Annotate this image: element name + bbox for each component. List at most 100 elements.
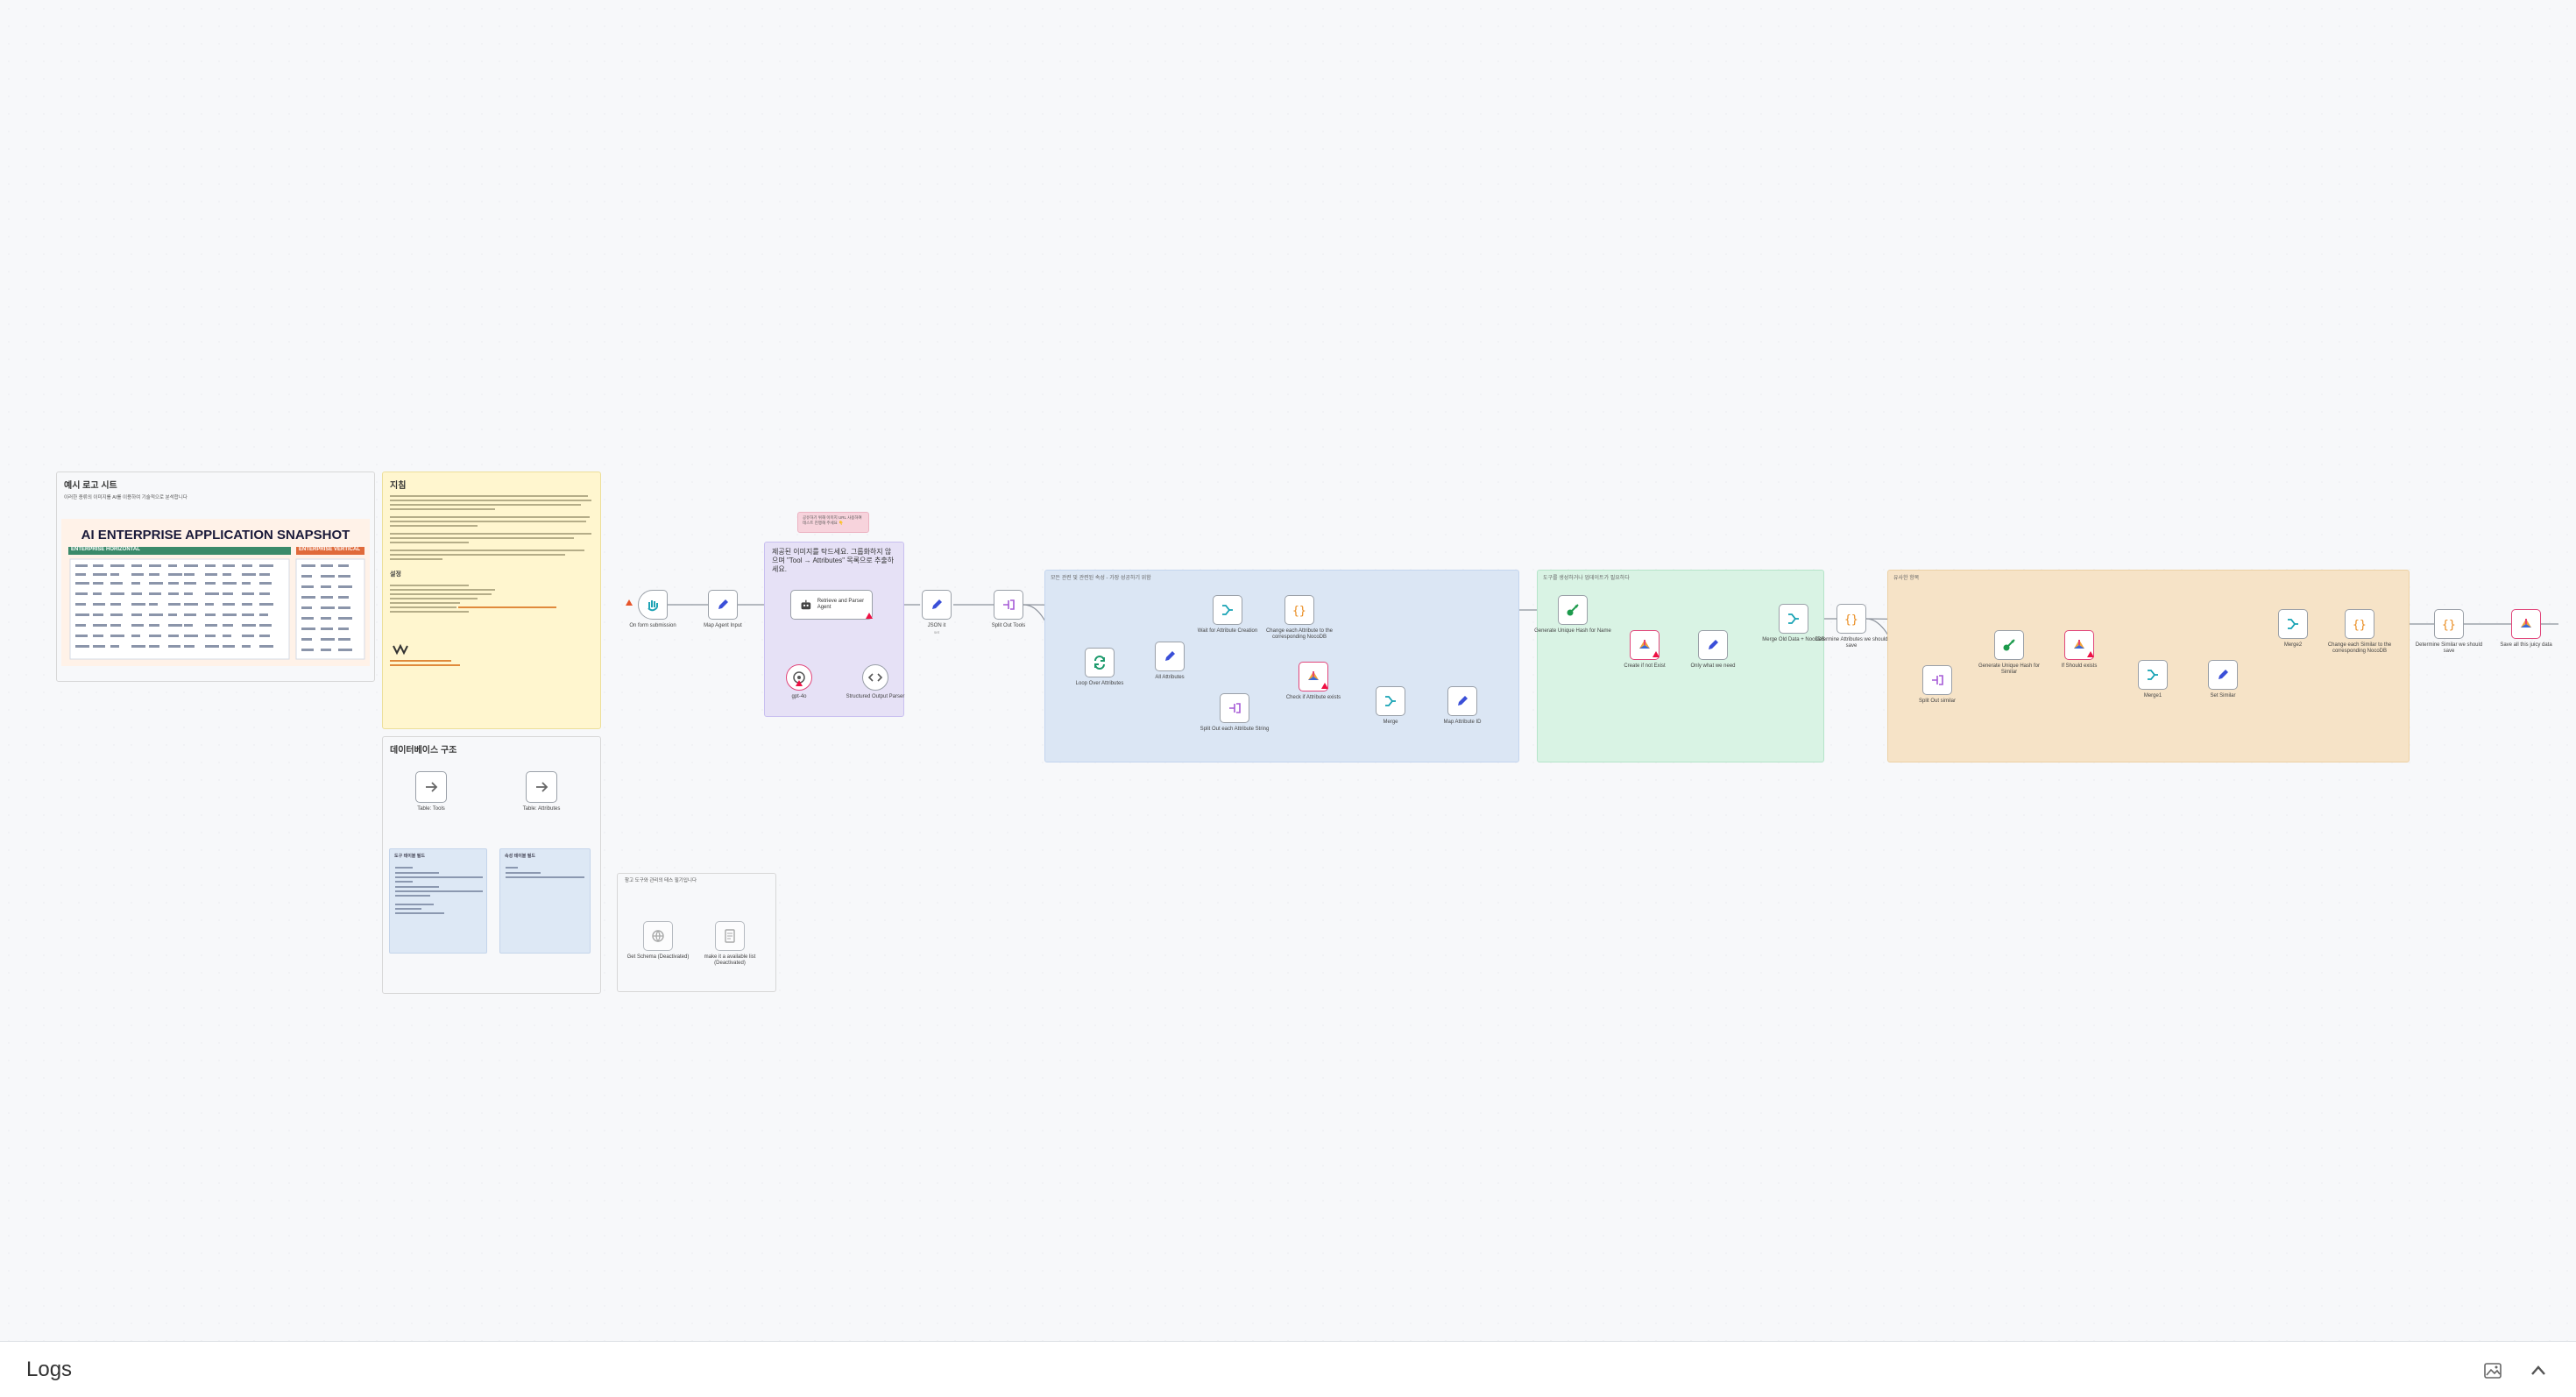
node-gpt-4o[interactable] bbox=[786, 664, 812, 691]
code-icon bbox=[867, 673, 883, 682]
node-retrieve-parser-agent[interactable]: Retrieve and Parser Agent bbox=[790, 590, 873, 620]
node-generate-hash-similar[interactable] bbox=[1994, 630, 2024, 660]
node-make-available-label: make it a available list (Deactivated) bbox=[704, 954, 756, 966]
node-merge[interactable] bbox=[1376, 686, 1405, 716]
node-all-attributes[interactable] bbox=[1155, 642, 1185, 671]
node-save-label: Save all this juicy data bbox=[2500, 642, 2552, 648]
node-gpt-4o-label: gpt-4o bbox=[791, 694, 807, 699]
split-icon bbox=[1229, 703, 1241, 713]
node-split-out-tools[interactable] bbox=[994, 590, 1023, 620]
node-merge2[interactable] bbox=[2278, 609, 2308, 639]
check-warning-icon bbox=[1321, 683, 1328, 689]
merge-icon bbox=[1788, 613, 1799, 624]
table-attributes-label: Table: Attributes bbox=[522, 806, 561, 812]
node-retrieve-parser-agent-label: Retrieve and Parser Agent bbox=[817, 599, 865, 610]
node-split-out-similar[interactable] bbox=[1922, 665, 1952, 695]
guide-text-lines: 설정 bbox=[390, 495, 591, 666]
sticky-guide[interactable]: 지침 설정 bbox=[382, 472, 601, 729]
braces-icon: {} bbox=[2353, 619, 2367, 632]
node-change-similar-label: Change each Similar to the corresponding… bbox=[2327, 642, 2392, 654]
node-split-out-each-attribute[interactable] bbox=[1220, 693, 1249, 723]
node-change-each-attribute[interactable]: {} bbox=[1284, 595, 1314, 625]
group-attributes-blue[interactable]: 모든 관련 및 관련된 속성 - 가장 성공하기 위함 bbox=[1044, 570, 1519, 762]
node-get-schema-label: Get Schema (Deactivated) bbox=[626, 954, 690, 960]
sticky-test-note[interactable]: 공유하기 위해 이미지 URL 사용하여 테스트 진행해 주세요 👇 bbox=[797, 512, 869, 533]
node-check-label: Check if Attribute exists bbox=[1285, 695, 1341, 700]
nocodb-icon bbox=[2074, 640, 2084, 649]
node-json-it[interactable] bbox=[922, 590, 952, 620]
attributes-card-title: 속성 테이블 필드 bbox=[505, 854, 535, 859]
table-tools-label: Table: Tools bbox=[417, 806, 445, 812]
node-split-each-label: Split Out each Attribute String bbox=[1200, 727, 1270, 732]
sticky-test-section-text: 참고 도구와 관리의 테스 필기입니다 bbox=[625, 878, 697, 883]
node-merge-old-data[interactable] bbox=[1779, 604, 1808, 634]
pencil-icon bbox=[1458, 696, 1468, 706]
node-wait-label: Wait for Attribute Creation bbox=[1197, 628, 1258, 634]
group-green-title: 도구를 생성하거나 업데이트가 필요하다 bbox=[1543, 576, 1630, 581]
node-generate-hash-name[interactable] bbox=[1558, 595, 1588, 625]
table-attributes-node[interactable] bbox=[526, 771, 557, 803]
attributes-card-lines bbox=[506, 867, 584, 878]
node-structured-output-parser[interactable] bbox=[862, 664, 888, 691]
pencil-icon bbox=[1165, 651, 1175, 661]
svg-text:{}: {} bbox=[1292, 605, 1306, 618]
document-icon bbox=[725, 929, 735, 943]
node-map-attr-label: Map Attribute ID bbox=[1443, 720, 1482, 725]
node-only-what-we-need[interactable] bbox=[1698, 630, 1728, 660]
sticky-agent-instruction-title: 제공된 이미지를 탁드세요. 그룹화하지 않으며 "Tool → Attribu… bbox=[772, 548, 895, 573]
merge-icon bbox=[2288, 619, 2298, 629]
node-get-schema[interactable] bbox=[643, 921, 673, 951]
node-form-submission-label: On form submission bbox=[629, 623, 676, 628]
robot-icon bbox=[801, 599, 811, 610]
node-merge1[interactable] bbox=[2138, 660, 2168, 690]
logs-title: Logs bbox=[26, 1358, 73, 1381]
node-form-submission[interactable] bbox=[638, 590, 668, 620]
svg-text:{}: {} bbox=[1844, 613, 1858, 627]
svg-text:{}: {} bbox=[2442, 619, 2456, 632]
node-loop-over-attributes[interactable] bbox=[1085, 648, 1115, 677]
logs-panel-bar[interactable]: Logs bbox=[0, 1341, 2576, 1397]
node-loop-over-label: Loop Over Attributes bbox=[1075, 681, 1124, 686]
sticky-guide-title: 지침 bbox=[390, 481, 407, 491]
node-change-each-label: Change each Attribute to the correspondi… bbox=[1265, 628, 1334, 640]
loop-icon bbox=[1094, 656, 1105, 670]
node-determine-attr-label: Determine Attributes we should save bbox=[1815, 637, 1888, 649]
node-change-each-similar[interactable]: {} bbox=[2345, 609, 2374, 639]
node-gen-hash2-label: Generate Unique Hash for Similar bbox=[1978, 663, 2041, 675]
node-save-juicy-data[interactable] bbox=[2511, 609, 2541, 639]
logo-snapshot-image: AI ENTERPRISE APPLICATION SNAPSHOT ENTER… bbox=[61, 519, 370, 666]
node-split-similar-label: Split Out similar bbox=[1918, 698, 1956, 704]
table-tools-node[interactable] bbox=[415, 771, 447, 803]
guide-section-label: 설정 bbox=[390, 570, 401, 578]
sticky-database-title: 데이터베이스 구조 bbox=[390, 746, 457, 755]
form-hand-icon bbox=[648, 600, 658, 612]
sticky-example-title: 예시 로고 시트 bbox=[64, 481, 117, 491]
node-only-label: Only what we need bbox=[1690, 663, 1736, 669]
pencil-icon bbox=[932, 599, 942, 609]
key-icon bbox=[1567, 604, 1579, 616]
node-map-agent-input[interactable] bbox=[708, 590, 738, 620]
node-make-available-list[interactable] bbox=[715, 921, 745, 951]
form-bolt-icon bbox=[626, 599, 633, 606]
node-determine-similar[interactable]: {} bbox=[2434, 609, 2464, 639]
sticky-test-section[interactable]: 참고 도구와 관리의 테스 필기입니다 bbox=[617, 873, 776, 992]
node-determine-attributes[interactable]: {} bbox=[1836, 604, 1866, 634]
braces-icon: {} bbox=[1292, 605, 1306, 618]
chevron-up-icon[interactable] bbox=[2527, 1359, 2550, 1382]
arrow-right-icon bbox=[536, 782, 548, 792]
tools-card-lines bbox=[395, 867, 483, 914]
node-create-label: Create if not Exist bbox=[1624, 663, 1666, 669]
image-toggle-icon[interactable] bbox=[2481, 1359, 2504, 1382]
nocodb-icon bbox=[1639, 640, 1650, 649]
merge-icon bbox=[1222, 605, 1233, 615]
node-wait-attribute-creation[interactable] bbox=[1213, 595, 1242, 625]
node-set-similar[interactable] bbox=[2208, 660, 2238, 690]
workflow-canvas[interactable]: 예시 로고 시트 이러한 종류의 이미지를 AI를 이용하여 기술적으로 분석합… bbox=[0, 0, 2576, 1341]
globe-icon bbox=[652, 930, 664, 943]
node-map-attribute-id[interactable] bbox=[1447, 686, 1477, 716]
node-merge-label: Merge bbox=[1383, 720, 1398, 725]
node-json-it-label: JSON it bbox=[927, 623, 946, 628]
split-icon bbox=[1932, 675, 1943, 685]
sticky-agent-instruction[interactable]: 제공된 이미지를 탁드세요. 그룹화하지 않으며 "Tool → Attribu… bbox=[764, 542, 904, 717]
sticky-test-note-text: 공유하기 위해 이미지 URL 사용하여 테스트 진행해 주세요 👇 bbox=[803, 515, 862, 525]
